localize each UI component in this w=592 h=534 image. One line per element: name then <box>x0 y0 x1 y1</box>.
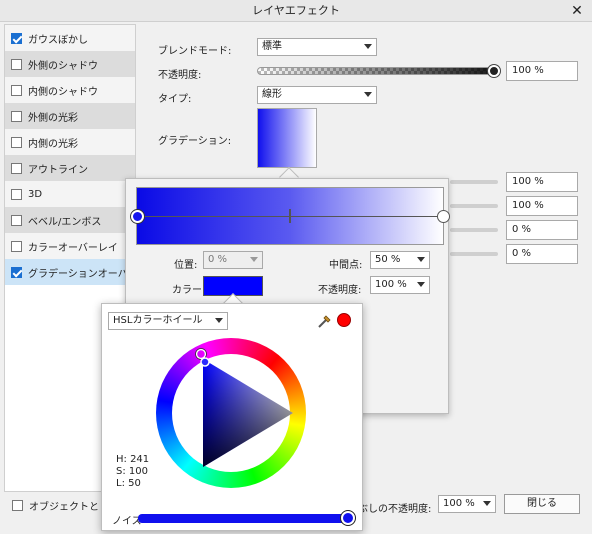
noise-slider-handle[interactable] <box>341 511 355 525</box>
sidebar-item-color-overlay[interactable]: カラーオーバーレイ <box>5 233 135 259</box>
chevron-down-icon <box>364 44 372 49</box>
chevron-down-icon <box>250 257 258 262</box>
gradient-stop-end[interactable] <box>437 210 450 223</box>
checkbox[interactable] <box>11 136 22 148</box>
midpoint-value: 50 % <box>375 254 401 265</box>
blend-mode-label: ブレンドモード: <box>158 46 232 57</box>
opacity-field[interactable]: 100 % <box>506 61 578 81</box>
blend-mode-value: 標準 <box>262 41 282 52</box>
sidebar-item-label: ベベル/エンボス <box>28 216 102 228</box>
gradient-preview-swatch[interactable] <box>257 108 317 168</box>
midpoint-label: 中間点: <box>329 260 363 271</box>
sidebar-item-gradient-overlay[interactable]: グラデーションオーバーレイ <box>5 259 135 285</box>
checkbox[interactable] <box>11 84 22 96</box>
sidebar-item-inner-glow[interactable]: 内側の光彩 <box>5 129 135 155</box>
position-value: 0 % <box>208 254 228 265</box>
checkbox[interactable] <box>11 240 22 252</box>
checkbox[interactable] <box>11 214 22 226</box>
position-dropdown[interactable]: 0 % <box>203 251 263 269</box>
value-field[interactable]: 0 % <box>506 244 578 264</box>
chevron-down-icon <box>417 257 425 262</box>
stop-opacity-dropdown[interactable]: 100 % <box>370 276 430 294</box>
checkbox[interactable] <box>12 500 23 511</box>
close-button[interactable]: 閉じる <box>504 494 580 514</box>
lightness-readout: L: 50 <box>116 478 141 489</box>
hue-readout: H: 241 <box>116 454 150 465</box>
slider-track[interactable] <box>450 204 498 208</box>
sidebar-item-label: ガウスぼかし <box>28 34 88 46</box>
checkbox[interactable] <box>11 58 22 70</box>
sidebar-item-outline[interactable]: アウトライン <box>5 155 135 181</box>
fill-opacity-label: ぶしの不透明度: <box>358 504 432 515</box>
close-icon[interactable]: ✕ <box>568 0 586 22</box>
current-color-dot[interactable] <box>337 313 351 327</box>
window-title: レイヤエフェクト <box>252 4 340 17</box>
position-label: 位置: <box>174 260 198 271</box>
gradient-stop-start[interactable] <box>131 210 144 223</box>
title-bar: レイヤエフェクト ✕ <box>0 0 592 22</box>
sidebar-item-outer-glow[interactable]: 外側の光彩 <box>5 103 135 129</box>
sidebar-item-label: 内側の光彩 <box>28 138 78 150</box>
opacity-slider-handle[interactable] <box>488 65 500 77</box>
sidebar-item-label: 3D <box>28 188 43 200</box>
sidebar-item-bevel-emboss[interactable]: ベベル/エンボス <box>5 207 135 233</box>
type-value: 線形 <box>262 89 282 100</box>
checkbox[interactable] <box>11 162 22 174</box>
sidebar-item-label: グラデーションオーバーレイ <box>28 268 135 280</box>
slider-track[interactable] <box>450 252 498 256</box>
color-picker-popup: HSLカラーホイール H: 241 S: 100 L: 50 ノイズ <box>101 303 363 531</box>
fill-opacity-dropdown[interactable]: 100 % <box>438 495 496 513</box>
fill-opacity-value: 100 % <box>443 498 475 509</box>
sidebar-item-label: カラーオーバーレイ <box>28 242 118 254</box>
slider-track[interactable] <box>450 180 498 184</box>
sidebar-item-label: アウトライン <box>28 164 88 176</box>
sidebar-item-label: 外側のシャドウ <box>28 60 98 72</box>
chevron-down-icon <box>364 92 372 97</box>
checkbox[interactable] <box>11 110 22 122</box>
chevron-down-icon <box>215 318 223 323</box>
stop-opacity-label: 不透明度: <box>318 285 362 296</box>
saturation-lightness-triangle[interactable] <box>156 338 306 488</box>
eyedropper-icon[interactable] <box>316 312 334 330</box>
sl-handle <box>200 357 210 367</box>
sidebar-item-3d[interactable]: 3D <box>5 181 135 207</box>
hue-handle <box>195 348 207 360</box>
noise-slider[interactable] <box>138 514 350 523</box>
value-field[interactable]: 100 % <box>506 196 578 216</box>
slider-track[interactable] <box>450 228 498 232</box>
stop-opacity-value: 100 % <box>375 279 407 290</box>
value-field[interactable]: 0 % <box>506 220 578 240</box>
sidebar-item-label: 外側の光彩 <box>28 112 78 124</box>
opacity-label: 不透明度: <box>158 70 202 81</box>
sidebar-item-label: 内側のシャドウ <box>28 86 98 98</box>
type-label: タイプ: <box>158 94 192 105</box>
opacity-slider[interactable] <box>257 67 497 75</box>
sidebar-item-outer-shadow[interactable]: 外側のシャドウ <box>5 51 135 77</box>
gradient-label: グラデーション: <box>158 136 232 147</box>
checkbox[interactable] <box>11 32 22 44</box>
blend-mode-dropdown[interactable]: 標準 <box>257 38 377 56</box>
sidebar-item-gaussian-blur[interactable]: ガウスぼかし <box>5 25 135 51</box>
value-field[interactable]: 100 % <box>506 172 578 192</box>
sidebar-item-inner-shadow[interactable]: 内側のシャドウ <box>5 77 135 103</box>
type-dropdown[interactable]: 線形 <box>257 86 377 104</box>
color-label: カラー: <box>172 285 206 296</box>
saturation-readout: S: 100 <box>116 466 148 477</box>
midpoint-dropdown[interactable]: 50 % <box>370 251 430 269</box>
checkbox[interactable] <box>11 266 22 278</box>
color-mode-value: HSLカラーホイール <box>113 315 203 326</box>
gradient-midpoint-handle[interactable] <box>289 209 291 223</box>
color-mode-dropdown[interactable]: HSLカラーホイール <box>108 312 228 330</box>
chevron-down-icon <box>417 282 425 287</box>
checkbox[interactable] <box>11 188 22 200</box>
chevron-down-icon <box>483 501 491 506</box>
